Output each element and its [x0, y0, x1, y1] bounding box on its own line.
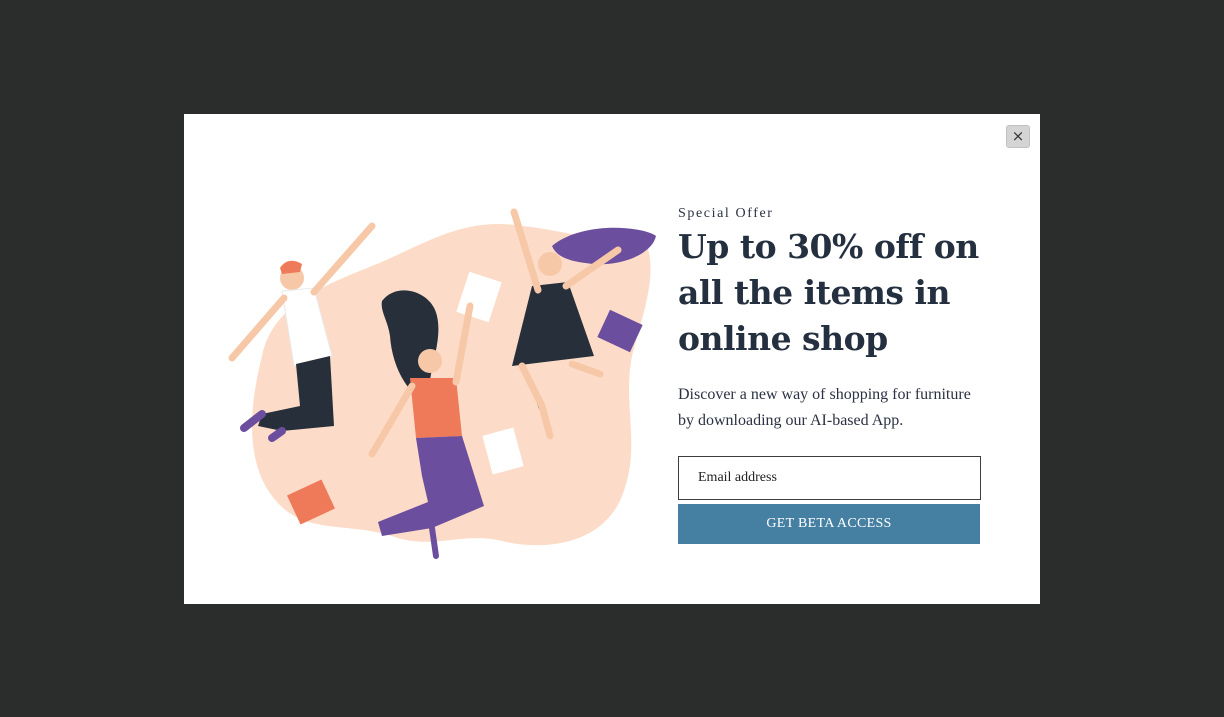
get-beta-access-button[interactable]: GET BETA ACCESS: [678, 504, 980, 544]
email-input[interactable]: [678, 456, 981, 500]
promo-modal: × Special Offer Up to 30% off on all the…: [184, 114, 1040, 604]
offer-content: Special Offer Up to 30% off on all the i…: [678, 206, 982, 544]
offer-description: Discover a new way of shopping for furni…: [678, 386, 971, 429]
offer-headline: Up to 30% off on all the items in online…: [678, 227, 979, 358]
jumping-people-illustration: [228, 208, 656, 559]
offer-eyebrow: Special Offer: [678, 206, 774, 221]
close-icon: ×: [1011, 127, 1025, 145]
close-button[interactable]: ×: [1006, 125, 1030, 148]
